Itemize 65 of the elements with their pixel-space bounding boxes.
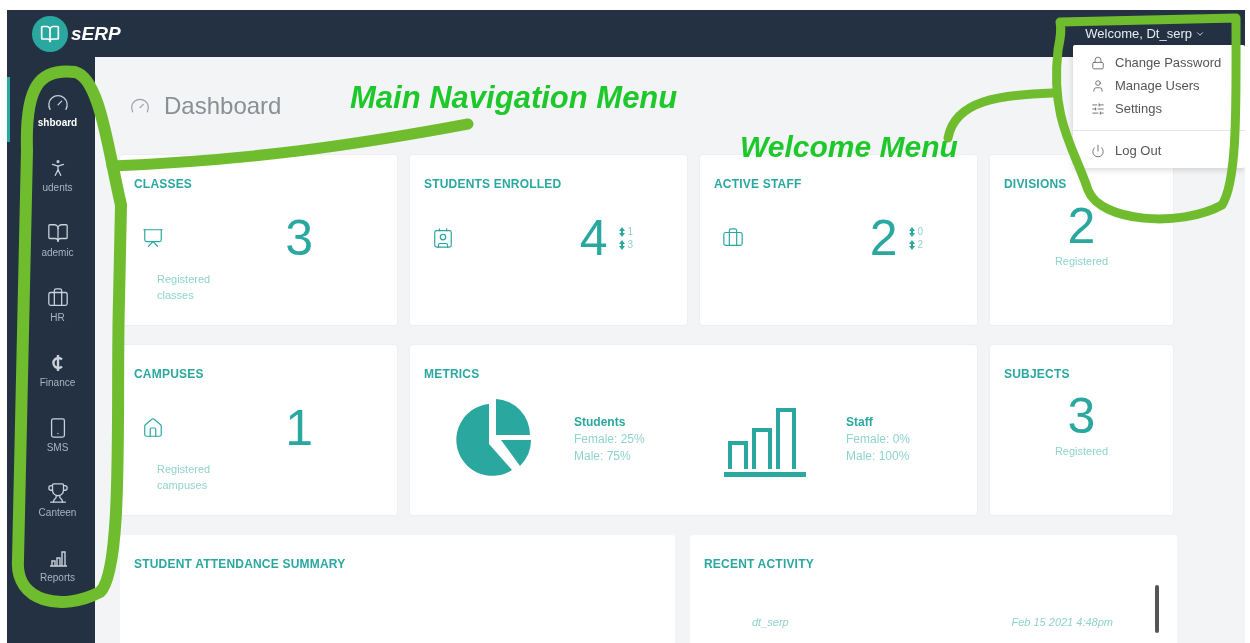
easel-icon (142, 227, 164, 249)
page-title: Dashboard (164, 92, 282, 120)
breakdown-count: 0 (917, 226, 923, 237)
stat-caption: Registered (1054, 255, 1109, 267)
briefcase-icon (722, 227, 744, 249)
metric-line: Male: 75% (574, 449, 632, 463)
power-icon (1091, 143, 1105, 158)
stat-value: 2 (869, 213, 898, 263)
brand-name: sERP (71, 22, 121, 45)
pie-chart-icon (454, 399, 534, 479)
up-down-arrow-icon (619, 239, 626, 250)
card-title: SUBJECTS (1004, 367, 1071, 381)
up-down-arrow-icon (619, 226, 626, 237)
welcome-menu-button[interactable]: Welcome, Dt_serp (1085, 26, 1205, 41)
breakdown-count: 3 (627, 239, 633, 250)
card-title: STUDENT ATTENDANCE SUMMARY (134, 557, 347, 571)
card-title: RECENT ACTIVITY (704, 557, 815, 571)
metric-line: Female: 0% (846, 432, 912, 446)
nav-item[interactable]: Canteen (7, 467, 95, 532)
breakdown-count: 1 (627, 226, 633, 237)
card-title: DIVISIONS (1004, 177, 1068, 191)
briefcase-icon (46, 286, 69, 309)
house-icon (142, 417, 164, 439)
metric-name: Students (574, 415, 627, 429)
menu-item[interactable]: Change Password (1073, 51, 1245, 74)
menu-item[interactable]: Settings (1073, 97, 1245, 120)
nav-item[interactable]: Reports (7, 532, 95, 597)
stat-caption: Registered campuses (157, 462, 212, 493)
nav-item[interactable]: HR (7, 272, 95, 337)
stat-value: 1 (285, 403, 313, 453)
book-logo-icon (32, 15, 68, 52)
card-title: CAMPUSES (134, 367, 205, 381)
stat-value: 2 (1067, 201, 1096, 251)
trophy-icon (46, 481, 69, 504)
menu-item[interactable]: Log Out (1073, 130, 1245, 162)
activity-user: dt_serp (752, 616, 789, 628)
stat-value: 3 (1067, 391, 1096, 441)
card-title: CLASSES (134, 177, 194, 191)
card-title: METRICS (424, 367, 481, 381)
annotation-label: Welcome Menu (740, 130, 958, 164)
up-down-arrow-icon (909, 239, 916, 250)
metric-line: Male: 100% (846, 449, 911, 463)
scrollbar[interactable] (1155, 585, 1159, 633)
annotation-label: Main Navigation Menu (350, 80, 678, 116)
activity-time: Feb 15 2021 4:48pm (1011, 616, 1113, 628)
nav-item[interactable]: ademic (7, 207, 95, 272)
card-title: ACTIVE STAFF (714, 177, 803, 191)
user-icon (1091, 78, 1105, 93)
sliders-icon (1091, 101, 1105, 116)
id-card-icon (432, 227, 454, 249)
book-icon (46, 221, 69, 244)
nav-item[interactable]: udents (7, 142, 95, 207)
nav-item[interactable]: Finance (7, 337, 95, 402)
card-title: STUDENTS ENROLLED (424, 177, 563, 191)
breakdown-count: 2 (917, 239, 923, 250)
stat-value: 4 (579, 213, 608, 263)
stat-caption: Registered (1054, 445, 1109, 457)
nav-item[interactable]: SMS (7, 402, 95, 467)
metric-line: Female: 25% (574, 432, 646, 446)
lock-icon (1091, 55, 1105, 70)
menu-item[interactable]: Manage Users (1073, 74, 1245, 97)
up-down-arrow-icon (909, 226, 916, 237)
stat-caption: Registered classes (157, 272, 212, 303)
metric-name: Staff (846, 415, 874, 429)
stat-value: 3 (285, 213, 313, 263)
